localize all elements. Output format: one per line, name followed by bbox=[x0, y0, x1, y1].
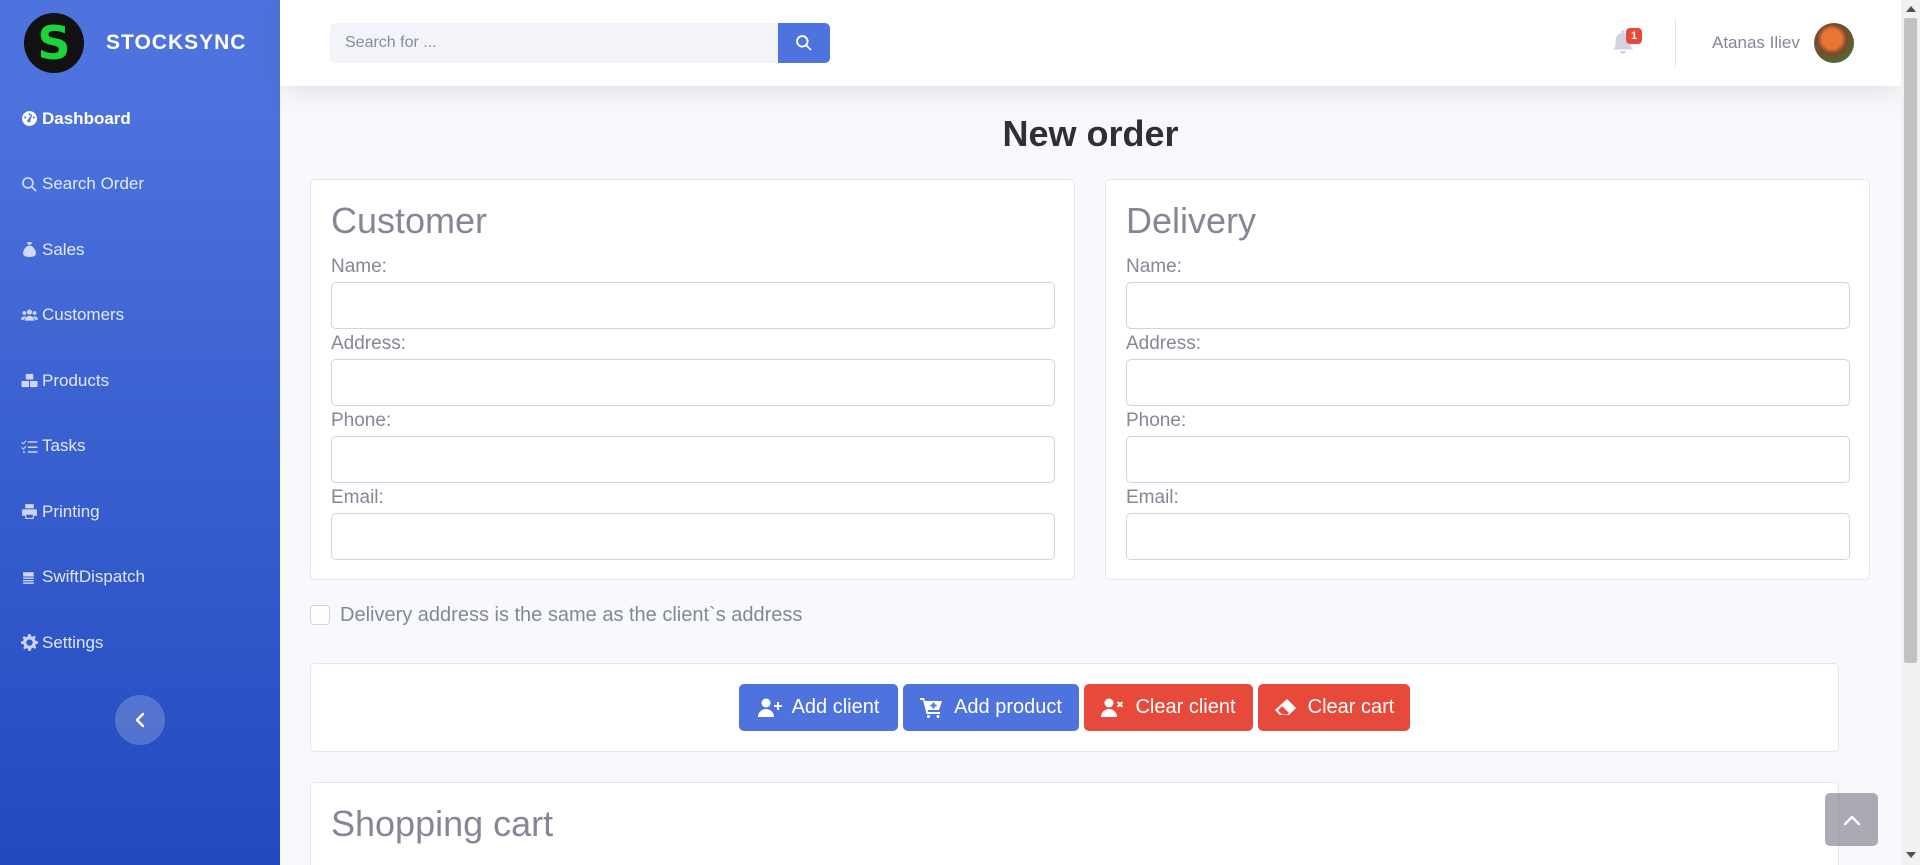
money-bag-icon bbox=[20, 241, 38, 259]
sidebar-item-label: Printing bbox=[42, 501, 100, 521]
avatar[interactable] bbox=[1814, 23, 1854, 63]
shopping-cart-heading: Shopping cart bbox=[331, 803, 554, 844]
delivery-email-label: Email: bbox=[1126, 487, 1179, 508]
delivery-address-label: Address: bbox=[1126, 333, 1201, 354]
sidebar-item-label: Dashboard bbox=[42, 108, 131, 128]
add-client-button[interactable]: Add client bbox=[739, 684, 898, 731]
clear-cart-button[interactable]: Clear cart bbox=[1258, 684, 1410, 731]
sidebar-item-label: SwiftDispatch bbox=[42, 567, 145, 587]
search-icon bbox=[20, 175, 38, 193]
printer-icon bbox=[20, 503, 38, 521]
sidebar-item-label: Search Order bbox=[42, 174, 145, 194]
add-product-label: Add product bbox=[954, 696, 1062, 718]
eraser-icon bbox=[1274, 698, 1296, 715]
delivery-name-label: Name: bbox=[1126, 256, 1182, 277]
sidebar-item-dashboard[interactable]: Dashboard bbox=[0, 86, 280, 152]
sidebar-item-sales[interactable]: Sales bbox=[0, 217, 280, 283]
shopping-cart-card: Shopping cart bbox=[310, 782, 1839, 865]
sidebar-nav: Dashboard Search Order Sales Customers P… bbox=[0, 86, 280, 676]
topbar-divider bbox=[1675, 18, 1676, 68]
search-icon bbox=[796, 35, 812, 51]
delivery-heading: Delivery bbox=[1126, 200, 1257, 241]
delivery-phone-input[interactable] bbox=[1126, 436, 1850, 483]
customer-address-label: Address: bbox=[331, 333, 406, 354]
customer-phone-input[interactable] bbox=[331, 436, 1055, 483]
sidebar-item-label: Tasks bbox=[42, 436, 86, 456]
same-address-checkbox[interactable] bbox=[310, 605, 330, 625]
user-name[interactable]: Atanas Iliev bbox=[1712, 33, 1800, 53]
customer-name-label: Name: bbox=[331, 256, 387, 277]
sidebar-item-printing[interactable]: Printing bbox=[0, 479, 280, 545]
users-icon bbox=[20, 306, 38, 324]
sidebar: S STOCKSYNC Dashboard Search Order Sales… bbox=[0, 0, 280, 865]
brand[interactable]: S STOCKSYNC bbox=[0, 0, 280, 86]
delivery-card: Delivery Name: Address: Phone: Email: bbox=[1105, 179, 1870, 580]
chevron-left-icon bbox=[135, 712, 145, 728]
clear-cart-label: Clear cart bbox=[1307, 696, 1395, 718]
customer-card: Customer Name: Address: Phone: Email: bbox=[310, 179, 1075, 580]
clear-client-button[interactable]: Clear client bbox=[1084, 684, 1253, 731]
sidebar-item-label: Customers bbox=[42, 305, 125, 325]
sidebar-item-tasks[interactable]: Tasks bbox=[0, 414, 280, 480]
sidebar-item-settings[interactable]: Settings bbox=[0, 610, 280, 676]
search-bar bbox=[330, 23, 830, 63]
notification-badge: 1 bbox=[1626, 28, 1643, 44]
sidebar-item-products[interactable]: Products bbox=[0, 348, 280, 414]
scrollbar-thumb[interactable] bbox=[1904, 18, 1917, 663]
brand-logo: S bbox=[24, 13, 84, 73]
chevron-up-icon bbox=[1843, 815, 1860, 825]
sidebar-item-label: Settings bbox=[42, 632, 104, 652]
page-scrollbar[interactable] bbox=[1901, 0, 1920, 865]
topbar: 1 Atanas Iliev bbox=[280, 0, 1901, 86]
delivery-phone-label: Phone: bbox=[1126, 410, 1187, 431]
same-address-label[interactable]: Delivery address is the same as the clie… bbox=[340, 604, 802, 627]
sidebar-item-customers[interactable]: Customers bbox=[0, 283, 280, 349]
cart-plus-icon bbox=[920, 697, 943, 718]
customer-name-input[interactable] bbox=[331, 282, 1055, 329]
scroll-down-arrow-icon[interactable] bbox=[1906, 852, 1916, 858]
truck-icon bbox=[20, 568, 38, 586]
dashboard-icon bbox=[20, 110, 38, 128]
add-product-button[interactable]: Add product bbox=[903, 684, 1079, 731]
brand-logo-letter: S bbox=[37, 16, 71, 70]
user-remove-icon bbox=[1101, 698, 1124, 717]
sidebar-item-label: Sales bbox=[42, 239, 85, 259]
add-client-label: Add client bbox=[791, 696, 880, 718]
customer-address-input[interactable] bbox=[331, 359, 1055, 406]
sidebar-item-label: Products bbox=[42, 370, 110, 390]
boxes-icon bbox=[20, 372, 38, 390]
sidebar-toggle-button[interactable] bbox=[115, 695, 165, 745]
customer-email-label: Email: bbox=[331, 487, 384, 508]
scroll-up-arrow-icon[interactable] bbox=[1906, 6, 1916, 12]
customer-heading: Customer bbox=[331, 200, 488, 241]
delivery-name-input[interactable] bbox=[1126, 282, 1850, 329]
user-plus-icon bbox=[757, 698, 782, 717]
gear-icon bbox=[20, 634, 38, 652]
search-button[interactable] bbox=[778, 23, 830, 63]
sidebar-item-swiftdispatch[interactable]: SwiftDispatch bbox=[0, 545, 280, 611]
delivery-address-input[interactable] bbox=[1126, 359, 1850, 406]
scroll-to-top-button[interactable] bbox=[1825, 793, 1878, 846]
clear-client-label: Clear client bbox=[1135, 696, 1236, 718]
page-title: New order bbox=[1002, 113, 1179, 154]
list-check-icon bbox=[20, 437, 38, 455]
sidebar-item-search-order[interactable]: Search Order bbox=[0, 152, 280, 218]
brand-name: STOCKSYNC bbox=[106, 31, 247, 54]
delivery-email-input[interactable] bbox=[1126, 513, 1850, 560]
customer-phone-label: Phone: bbox=[331, 410, 392, 431]
customer-email-input[interactable] bbox=[331, 513, 1055, 560]
search-input[interactable] bbox=[330, 23, 778, 63]
